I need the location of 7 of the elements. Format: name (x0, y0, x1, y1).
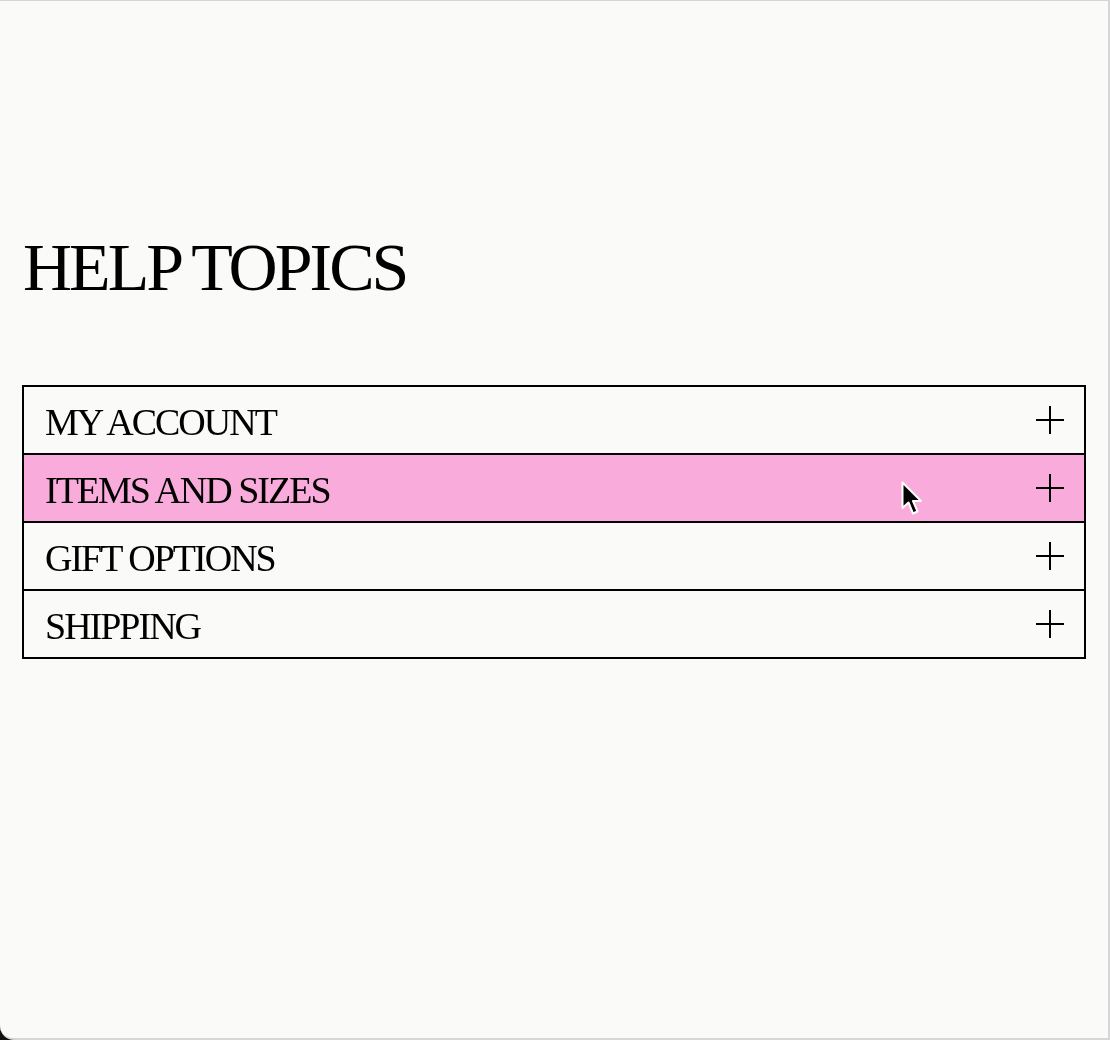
plus-icon (1036, 610, 1064, 638)
mouse-pointer-icon (901, 481, 923, 516)
topic-row[interactable]: ITEMS AND SIZES (24, 455, 1084, 523)
plus-icon (1036, 406, 1064, 434)
plus-icon (1036, 542, 1064, 570)
page-title: HELP TOPICS (23, 233, 407, 301)
plus-icon (1036, 474, 1064, 502)
